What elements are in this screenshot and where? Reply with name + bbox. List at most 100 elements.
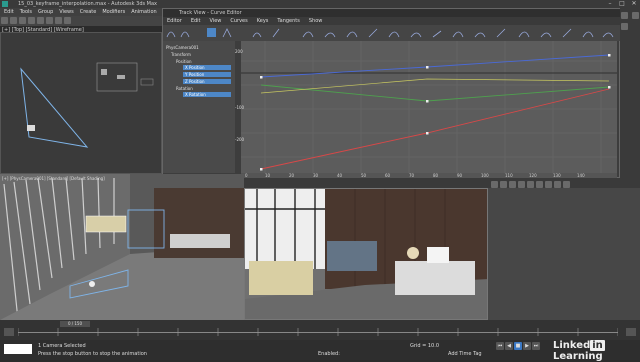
tree-item[interactable]: PhysCamera001 — [166, 45, 199, 50]
key-marker — [426, 132, 429, 135]
key-marker — [608, 54, 611, 57]
tangent-icon — [388, 31, 400, 38]
camera-icon — [89, 281, 95, 287]
main-menu: Edit Tools Group Views Create Modifiers Animat… — [0, 8, 162, 16]
go-to-start-icon[interactable]: ⏮ — [496, 342, 504, 350]
selection-status: 1 Camera Selected — [38, 343, 86, 349]
tangent-icon — [302, 31, 314, 38]
camera-viewport[interactable] — [244, 188, 488, 320]
menu-item-tools[interactable]: Tools — [20, 9, 32, 15]
next-frame-icon[interactable]: ▶ — [523, 342, 531, 350]
key-marker — [608, 86, 611, 89]
create-panel-icon[interactable] — [621, 12, 628, 19]
ce-menu-show[interactable]: Show — [309, 18, 323, 24]
tangent-icon — [368, 28, 378, 38]
tree-item[interactable]: Rotation — [176, 86, 193, 91]
dolly-icon[interactable] — [545, 181, 552, 188]
redo-icon[interactable] — [10, 17, 17, 24]
ce-menu-edit[interactable]: Edit — [191, 18, 201, 24]
move-keys-icon — [207, 28, 216, 37]
timeline[interactable] — [0, 320, 640, 340]
tangent-icon — [540, 32, 552, 38]
roll-icon[interactable] — [554, 181, 561, 188]
ce-menu-tangents[interactable]: Tangents — [277, 18, 299, 24]
curve-editor-titlebar[interactable]: Track View - Curve Editor — [163, 9, 621, 17]
key-marker — [426, 100, 429, 103]
prev-frame-icon[interactable]: ◀ — [505, 342, 513, 350]
close-icon[interactable]: ✕ — [628, 0, 640, 8]
menu-item-group[interactable]: Group — [38, 9, 53, 15]
truck-icon[interactable] — [536, 181, 543, 188]
go-to-end-icon[interactable]: ⏭ — [532, 342, 540, 350]
menu-item-animation[interactable]: Animation — [131, 9, 157, 15]
top-viewport[interactable] — [0, 32, 162, 174]
sofa — [249, 261, 313, 295]
stop-icon[interactable]: ■ — [514, 342, 522, 350]
maxscript-listener[interactable] — [4, 344, 32, 354]
menu-item-create[interactable]: Create — [80, 9, 97, 15]
maximize-icon[interactable]: □ — [616, 0, 628, 8]
scale-icon[interactable] — [64, 17, 71, 24]
undo-icon[interactable] — [1, 17, 8, 24]
prompt-line: Press the stop button to stop the animat… — [38, 351, 147, 357]
enabled-label: Enabled: — [318, 351, 340, 357]
tree-item[interactable]: Transform — [171, 52, 191, 57]
modify-panel-icon[interactable] — [631, 12, 639, 19]
tangent-icon — [602, 32, 614, 38]
add-time-tag[interactable]: Add Time Tag — [448, 351, 482, 357]
menu-item-edit[interactable]: Edit — [4, 9, 14, 15]
tangent-icon — [324, 32, 336, 38]
pan-icon[interactable] — [491, 181, 498, 188]
maximize-viewport-icon[interactable] — [563, 181, 570, 188]
tree-item-y-position[interactable]: Y Position — [183, 72, 231, 77]
tangent-icon — [496, 28, 506, 38]
desk — [170, 234, 230, 248]
fov-icon[interactable] — [527, 181, 534, 188]
tree-item-x-position[interactable]: X Position — [183, 65, 231, 70]
frame-counter[interactable]: 0 / 150 — [60, 321, 90, 327]
hierarchy-panel-icon[interactable] — [621, 23, 628, 30]
tangent-icon — [452, 31, 464, 38]
minimize-icon[interactable]: – — [604, 0, 616, 8]
key-marker — [426, 66, 429, 69]
ce-menu-curves[interactable]: Curves — [230, 18, 247, 24]
title-bar: 15_03_keyframe_interpolation.max - Autod… — [0, 0, 640, 8]
zoom-all-icon[interactable] — [518, 181, 525, 188]
perspective-label[interactable]: [+] [PhysCamera001] [Standard] [Default … — [2, 176, 105, 181]
tangent-icon — [562, 28, 572, 38]
tree-item-x-rotation[interactable]: X Rotation — [183, 92, 231, 97]
link-icon[interactable] — [19, 17, 26, 24]
orbit-icon[interactable] — [500, 181, 507, 188]
unlink-icon[interactable] — [28, 17, 35, 24]
timeline-ticks — [18, 328, 618, 336]
app-icon[interactable] — [2, 1, 8, 7]
rotate-icon[interactable] — [55, 17, 62, 24]
key-marker — [260, 168, 263, 171]
curve-graph[interactable] — [241, 41, 617, 173]
menu-item-modifiers[interactable]: Modifiers — [102, 9, 125, 15]
curve-editor-toolbar — [163, 25, 621, 41]
ce-menu-editor[interactable]: Editor — [167, 18, 182, 24]
tangent-icon — [222, 28, 232, 38]
tree-item[interactable]: Position — [176, 59, 192, 64]
zoom-icon[interactable] — [509, 181, 516, 188]
timeline-left-arrow[interactable] — [4, 328, 14, 336]
empty-viewport-area — [488, 188, 640, 320]
tangent-icon — [474, 32, 486, 38]
floor-plan-block — [101, 69, 107, 75]
tree-item-z-position[interactable]: Z Position — [183, 79, 231, 84]
move-icon[interactable] — [46, 17, 53, 24]
tangent-icon — [272, 28, 280, 38]
tangent-icon — [410, 32, 422, 38]
perspective-viewport[interactable]: [+] [PhysCamera001] [Standard] [Default … — [0, 174, 244, 320]
monitor — [427, 247, 449, 263]
curve-graph-svg — [241, 41, 617, 173]
tangent-icon — [252, 32, 262, 38]
sofa — [85, 215, 127, 233]
ce-menu-view[interactable]: View — [210, 18, 222, 24]
menu-item-views[interactable]: Views — [59, 9, 73, 15]
select-icon[interactable] — [37, 17, 44, 24]
ce-menu-keys[interactable]: Keys — [257, 18, 269, 24]
camera-scene — [245, 189, 487, 319]
timeline-right-arrow[interactable] — [626, 328, 636, 336]
